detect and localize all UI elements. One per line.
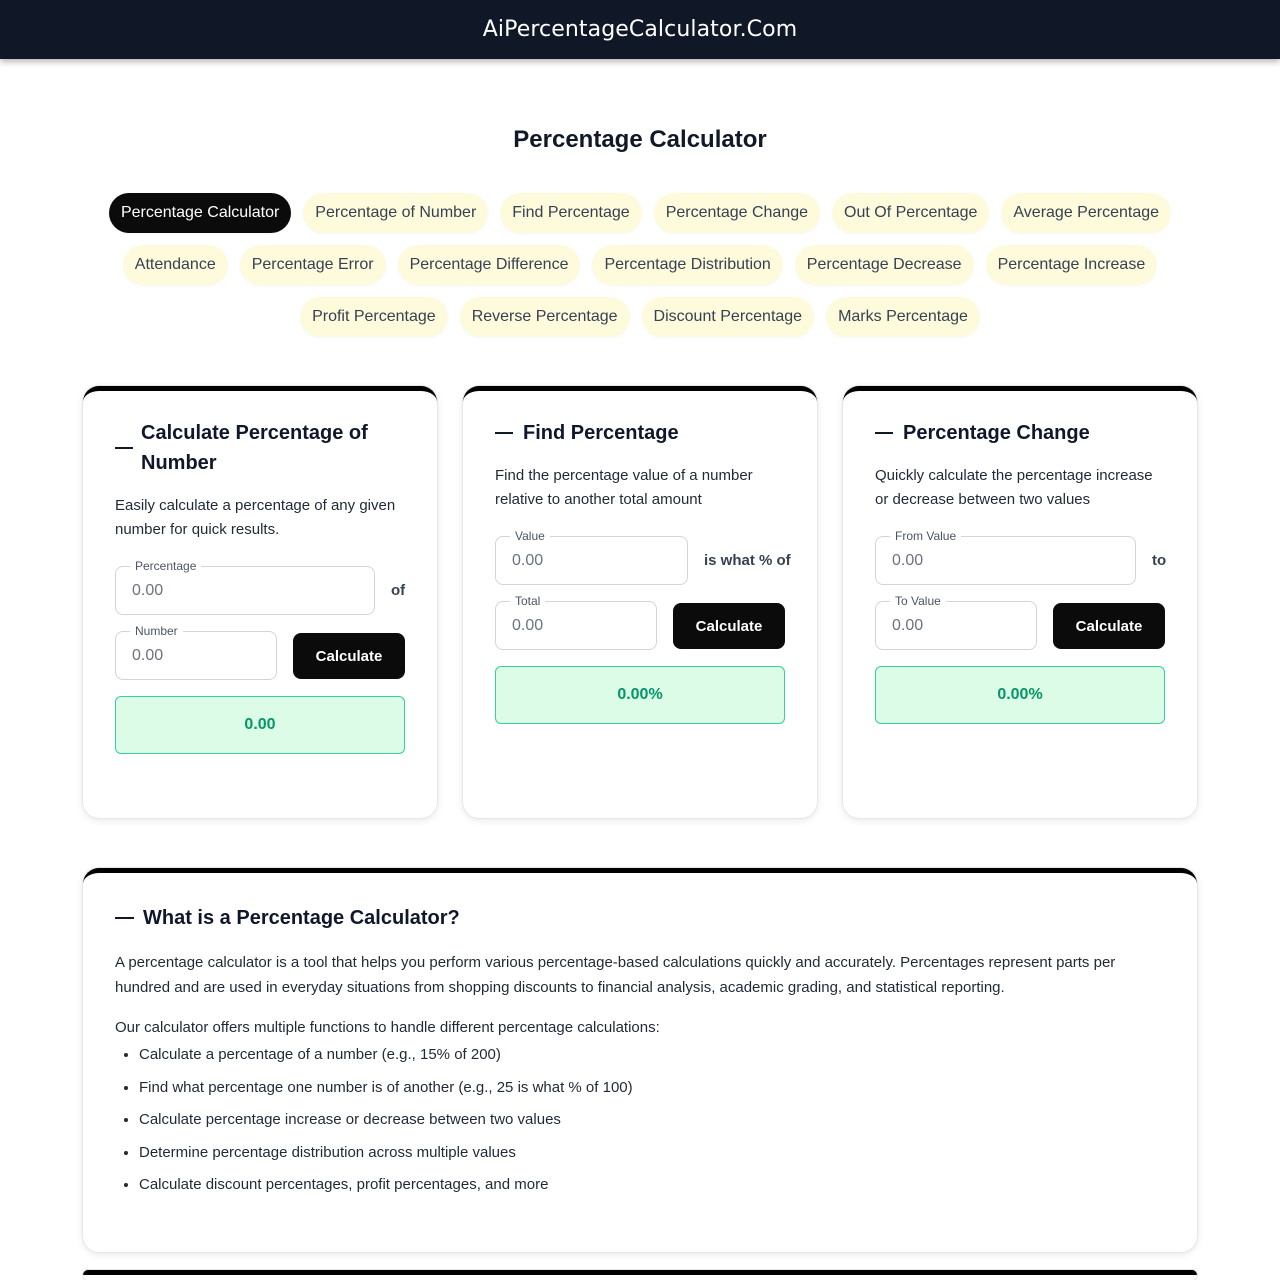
nav-pill-out-of-percentage[interactable]: Out Of Percentage [832, 193, 990, 233]
list-item: Calculate discount percentages, profit p… [139, 1175, 633, 1208]
to-value-input[interactable] [876, 602, 1036, 649]
calculate-button[interactable]: Calculate [673, 603, 785, 649]
nav-pill-attendance[interactable]: Attendance [122, 245, 228, 285]
result-display: 0.00% [495, 666, 785, 724]
nav-pill-percentage-distribution[interactable]: Percentage Distribution [592, 245, 783, 285]
nav-pill-percentage-calculator[interactable]: Percentage Calculator [108, 193, 292, 233]
nav-pill-profit-percentage[interactable]: Profit Percentage [300, 297, 448, 337]
is-what-percent-of-label: is what % of [704, 552, 791, 569]
calculator-nav-row-3: Profit Percentage Reverse Percentage Dis… [0, 297, 1280, 337]
nav-pill-discount-percentage[interactable]: Discount Percentage [641, 297, 815, 337]
find-percentage-card: Find Percentage Find the percentage valu… [463, 386, 817, 818]
total-field: Total [495, 593, 657, 650]
info-paragraph-2: Our calculator offers multiple functions… [115, 1019, 660, 1036]
card-title: Find Percentage [523, 422, 679, 444]
percentage-of-number-card: Calculate Percentage of Number Easily ca… [83, 386, 437, 818]
nav-pill-percentage-difference[interactable]: Percentage Difference [397, 245, 581, 285]
card-description: Find the percentage value of a number re… [495, 467, 753, 508]
nav-pill-percentage-change[interactable]: Percentage Change [653, 193, 821, 233]
from-value-input[interactable] [876, 537, 1135, 584]
percentage-field: Percentage [115, 558, 375, 615]
value-input[interactable] [496, 537, 687, 584]
nav-pill-percentage-of-number[interactable]: Percentage of Number [303, 193, 489, 233]
list-item: Determine percentage distribution across… [139, 1143, 633, 1176]
info-paragraph-1: A percentage calculator is a tool that h… [115, 954, 1116, 996]
info-title: What is a Percentage Calculator? [143, 907, 460, 929]
nav-pill-percentage-error[interactable]: Percentage Error [239, 245, 386, 285]
calculator-nav-row-1: Percentage Calculator Percentage of Numb… [0, 193, 1280, 233]
percentage-input[interactable] [116, 567, 374, 614]
nav-pill-average-percentage[interactable]: Average Percentage [1001, 193, 1172, 233]
number-input[interactable] [116, 632, 276, 679]
nav-pill-reverse-percentage[interactable]: Reverse Percentage [459, 297, 630, 337]
of-label: of [391, 582, 406, 599]
list-item: Calculate a percentage of a number (e.g.… [139, 1045, 633, 1078]
site-brand[interactable]: AiPercentageCalculator.Com [483, 17, 797, 42]
title-dash [875, 432, 893, 434]
card-title: Percentage Change [903, 422, 1090, 444]
nav-pill-marks-percentage[interactable]: Marks Percentage [826, 297, 980, 337]
to-value-field: To Value [875, 593, 1037, 650]
title-dash [115, 917, 134, 919]
nav-pill-percentage-increase[interactable]: Percentage Increase [985, 245, 1158, 285]
calculate-button[interactable]: Calculate [1053, 603, 1165, 649]
feature-list: Calculate a percentage of a number (e.g.… [139, 1045, 633, 1208]
value-field: Value [495, 528, 688, 585]
calculate-button[interactable]: Calculate [293, 633, 405, 679]
calculator-nav-row-2: Attendance Percentage Error Percentage D… [0, 245, 1280, 285]
nav-pill-find-percentage[interactable]: Find Percentage [500, 193, 642, 233]
to-label: to [1152, 552, 1167, 569]
title-dash [495, 432, 513, 434]
card-description: Quickly calculate the percentage increas… [875, 467, 1153, 508]
list-item: Find what percentage one number is of an… [139, 1078, 633, 1111]
page-title: Percentage Calculator [513, 126, 767, 153]
card-title: Calculate Percentage of Number [141, 422, 368, 474]
list-item: Calculate percentage increase or decreas… [139, 1110, 633, 1143]
total-input[interactable] [496, 602, 656, 649]
from-value-field: From Value [875, 528, 1136, 585]
result-display: 0.00% [875, 666, 1165, 724]
number-field: Number [115, 623, 277, 680]
percentage-change-card: Percentage Change Quickly calculate the … [843, 386, 1197, 818]
info-section: What is a Percentage Calculator? A perce… [83, 868, 1197, 1252]
card-description: Easily calculate a percentage of any giv… [115, 497, 396, 538]
site-header: AiPercentageCalculator.Com [0, 0, 1280, 59]
nav-pill-percentage-decrease[interactable]: Percentage Decrease [794, 245, 974, 285]
title-dash [115, 447, 133, 449]
next-section [83, 1270, 1197, 1280]
result-display: 0.00 [115, 696, 405, 754]
